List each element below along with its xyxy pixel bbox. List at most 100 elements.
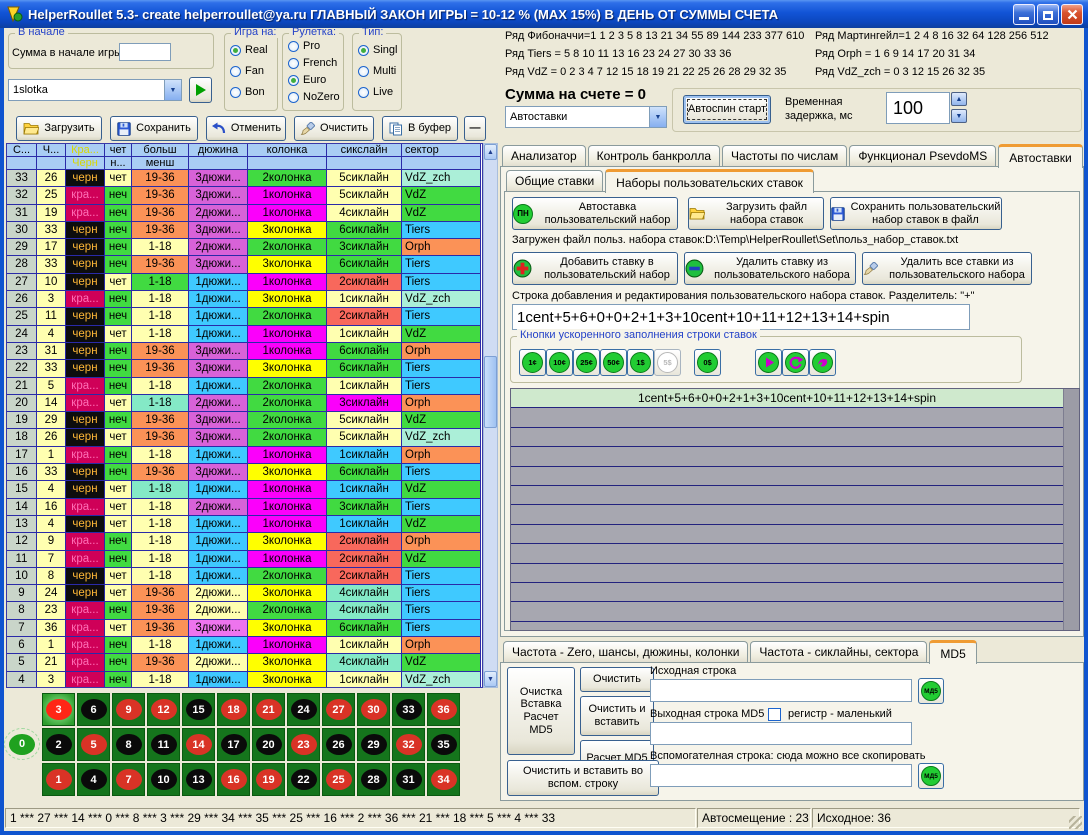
start-sum-input[interactable]: [119, 43, 171, 61]
roulette-number-4[interactable]: 4: [77, 763, 110, 796]
roulette-number-23[interactable]: 23: [287, 728, 320, 761]
close-button[interactable]: [1061, 4, 1083, 25]
roulette-number-28[interactable]: 28: [357, 763, 390, 796]
bet-list-row[interactable]: [511, 428, 1063, 447]
bet-list-row[interactable]: [511, 447, 1063, 466]
roulette-number-17[interactable]: 17: [217, 728, 250, 761]
roulette-number-26[interactable]: 26: [322, 728, 355, 761]
save-button[interactable]: Сохранить: [110, 116, 198, 141]
roulette-number-11[interactable]: 11: [147, 728, 180, 761]
bet-list-row[interactable]: [511, 564, 1063, 583]
bet-list-row[interactable]: [511, 505, 1063, 524]
roulette-number-25[interactable]: 25: [322, 763, 355, 796]
roulette-number-8[interactable]: 8: [112, 728, 145, 761]
radio-bon[interactable]: Bon: [230, 86, 265, 98]
roulette-number-6[interactable]: 6: [77, 693, 110, 726]
radio-euro[interactable]: Euro: [288, 74, 326, 86]
lowercase-checkbox[interactable]: [768, 708, 781, 721]
md5-block-button[interactable]: Очистка Вставка Расчет MD5: [507, 667, 575, 755]
bet-list-row[interactable]: [511, 525, 1063, 544]
roulette-number-2[interactable]: 2: [42, 728, 75, 761]
tab-psevdoms[interactable]: Функционал PsevdoMS: [849, 145, 996, 166]
roulette-number-30[interactable]: 30: [357, 693, 390, 726]
bet-list-row[interactable]: [511, 467, 1063, 486]
tab-freq-zero-chances[interactable]: Частота - Zero, шансы, дюжины, колонки: [503, 641, 748, 662]
subtab-common-bets[interactable]: Общие ставки: [506, 170, 603, 191]
tab-autobets[interactable]: Автоставки: [998, 144, 1083, 168]
roulette-number-31[interactable]: 31: [392, 763, 425, 796]
title-bar[interactable]: HelperRoullet 5.3- create helperroullet@…: [0, 0, 1088, 28]
tab-freq-sixlines-sectors[interactable]: Частота - сиклайны, сектора: [750, 641, 927, 662]
roulette-number-0[interactable]: 0: [4, 728, 40, 760]
roulette-number-7[interactable]: 7: [112, 763, 145, 796]
radio-live[interactable]: Live: [358, 86, 393, 98]
roulette-number-21[interactable]: 21: [252, 693, 285, 726]
md5-run-source-button[interactable]: МД5: [918, 678, 944, 704]
roulette-number-22[interactable]: 22: [287, 763, 320, 796]
chip-0dollar-button[interactable]: 0$: [694, 349, 721, 376]
load-button[interactable]: Загрузить: [16, 116, 102, 141]
mode-combobox[interactable]: Автоставки ▼: [505, 106, 667, 128]
md5-clear-paste-aux-button[interactable]: Очистить и вставить во вспом. строку: [507, 760, 659, 796]
spinner-up-icon[interactable]: ▲: [951, 92, 967, 106]
play-preset-button[interactable]: [189, 77, 212, 103]
tab-number-frequencies[interactable]: Частоты по числам: [722, 145, 847, 166]
roulette-number-12[interactable]: 12: [147, 693, 180, 726]
roulette-number-19[interactable]: 19: [252, 763, 285, 796]
md5-aux-input[interactable]: [650, 764, 912, 787]
roulette-number-15[interactable]: 15: [182, 693, 215, 726]
roulette-number-5[interactable]: 5: [77, 728, 110, 761]
chip-25cent-button[interactable]: 25¢: [573, 349, 600, 376]
subtab-user-bet-sets[interactable]: Наборы пользовательских ставок: [605, 169, 814, 193]
roulette-number-14[interactable]: 14: [182, 728, 215, 761]
md5-output-input[interactable]: [650, 722, 912, 745]
bet-list-row[interactable]: [511, 408, 1063, 427]
roulette-number-20[interactable]: 20: [252, 728, 285, 761]
radio-multi[interactable]: Multi: [358, 65, 396, 77]
remove-bet-button[interactable]: Удалить ставку из пользовательского набо…: [684, 252, 856, 285]
tab-md5-tool[interactable]: MD5: [929, 640, 976, 664]
roulette-number-34[interactable]: 34: [427, 763, 460, 796]
roulette-number-27[interactable]: 27: [322, 693, 355, 726]
scroll-up-icon[interactable]: ▲: [484, 144, 497, 160]
copy-to-buffer-button[interactable]: В буфер: [382, 116, 458, 141]
bet-list-row[interactable]: [511, 602, 1063, 621]
md5-source-input[interactable]: [650, 679, 912, 702]
collapse-panel-button[interactable]: —: [464, 116, 486, 141]
bet-list-row-selected[interactable]: 1cent+5+6+0+0+2+1+3+10cent+10+11+12+13+1…: [511, 389, 1063, 408]
bet-list-row[interactable]: [511, 583, 1063, 602]
roulette-number-9[interactable]: 9: [112, 693, 145, 726]
bet-list-row[interactable]: [511, 544, 1063, 563]
clear-button[interactable]: Очистить: [294, 116, 374, 141]
scrollbar-thumb[interactable]: [484, 356, 497, 428]
chip-1dollar-button[interactable]: 1$: [627, 349, 654, 376]
radio-pro[interactable]: Pro: [288, 40, 320, 52]
md5-run-aux-button[interactable]: МД5: [918, 763, 944, 789]
chip-1cent-button[interactable]: 1¢: [519, 349, 546, 376]
bet-list-row[interactable]: [511, 486, 1063, 505]
maximize-button[interactable]: [1037, 4, 1059, 25]
radio-french[interactable]: French: [288, 57, 337, 69]
md5-clear-paste-button[interactable]: Очистить и вставить: [580, 696, 654, 736]
chevron-down-icon[interactable]: ▼: [649, 107, 666, 127]
roulette-number-24[interactable]: 24: [287, 693, 320, 726]
radio-fan[interactable]: Fan: [230, 65, 264, 77]
roulette-number-36[interactable]: 36: [427, 693, 460, 726]
tab-analyzer[interactable]: Анализатор: [502, 145, 586, 166]
md5-clear-button[interactable]: Очистить: [580, 667, 654, 692]
roulette-number-32[interactable]: 32: [392, 728, 425, 761]
load-bet-set-file-button[interactable]: Загрузить файл набора ставок: [688, 197, 824, 230]
roulette-number-13[interactable]: 13: [182, 763, 215, 796]
history-scrollbar[interactable]: ▲ ▼: [483, 143, 498, 688]
remove-all-bets-button[interactable]: Удалить все ставки из пользовательского …: [862, 252, 1032, 285]
bet-list-scrollbar[interactable]: [1063, 389, 1079, 630]
roulette-number-10[interactable]: 10: [147, 763, 180, 796]
add-bet-button[interactable]: Добавить ставку в пользовательский набор: [512, 252, 678, 285]
roulette-number-35[interactable]: 35: [427, 728, 460, 761]
roulette-number-1[interactable]: 1: [42, 763, 75, 796]
minimize-button[interactable]: [1013, 4, 1035, 25]
undo-button[interactable]: Отменить: [206, 116, 286, 141]
delay-spinner[interactable]: 100: [886, 92, 950, 124]
bet-string-input[interactable]: [512, 304, 970, 330]
autospin-start-button[interactable]: Автоспин старт: [683, 95, 771, 124]
